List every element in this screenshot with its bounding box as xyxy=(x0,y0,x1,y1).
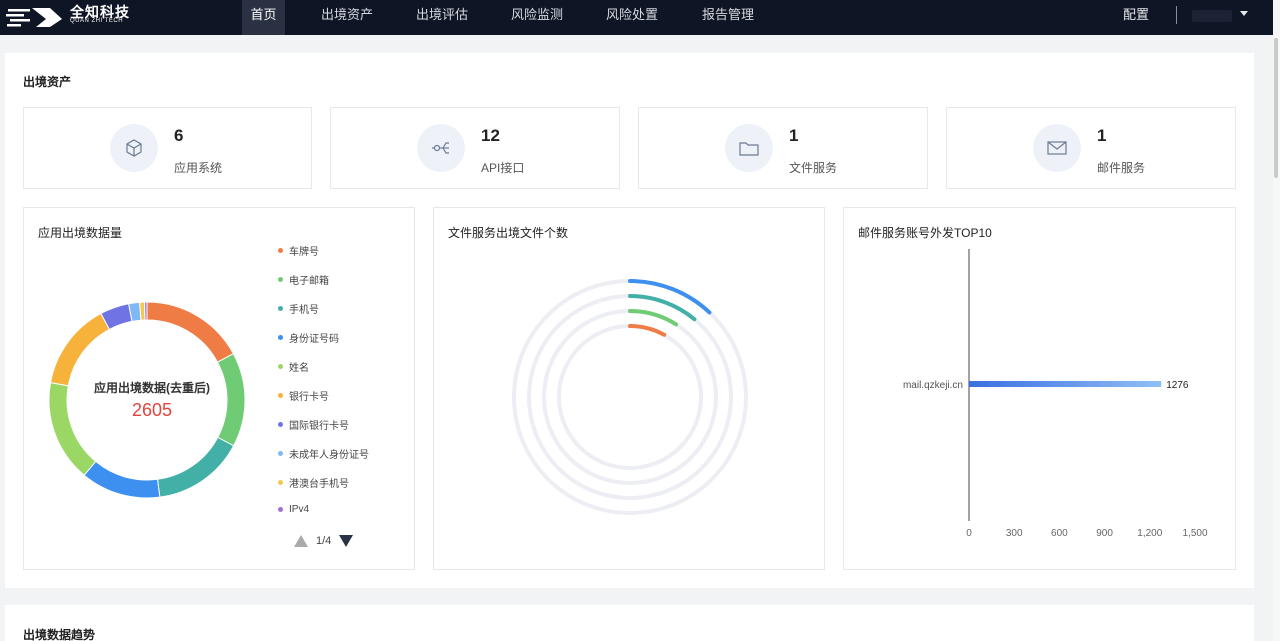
top-navbar: 全知科技 QUAN ZHI TECH 首页 出境资产 出境评估 风险监测 风险处… xyxy=(0,0,1273,35)
folder-icon xyxy=(725,124,773,172)
stat-label: 应用系统 xyxy=(174,161,223,175)
donut-slice-3[interactable] xyxy=(83,460,161,499)
brand-logo[interactable] xyxy=(6,3,66,31)
legend-dot-icon xyxy=(278,335,283,340)
page-down-icon[interactable] xyxy=(339,535,354,547)
mail-icon xyxy=(1033,124,1081,172)
legend-label: 姓名 xyxy=(289,363,309,374)
legend-item[interactable]: 银行卡号 xyxy=(278,388,329,403)
donut-slice-0[interactable] xyxy=(146,301,235,363)
legend-item[interactable]: 身份证号码 xyxy=(278,330,339,345)
legend-label: 国际银行卡号 xyxy=(289,421,349,432)
x-tick-label: 600 xyxy=(1051,528,1068,539)
legend-item[interactable]: 车牌号 xyxy=(278,243,319,258)
nav-home[interactable]: 首页 xyxy=(242,0,285,35)
legend-dot-icon xyxy=(278,451,283,456)
donut-center-value: 2605 xyxy=(131,400,173,420)
mail-service-card: 邮件服务账号外发TOP10 0 300 600 900 1,200 1,500 mail.q… xyxy=(843,207,1236,570)
cube-icon xyxy=(110,124,158,172)
legend-label: 未成年人身份证号 xyxy=(289,450,369,461)
legend-dot-icon xyxy=(278,422,283,427)
legend-dot-icon xyxy=(278,393,283,398)
donut-slice-4[interactable] xyxy=(48,381,97,476)
legend-pager: 1/4 xyxy=(294,535,354,547)
legend-item[interactable]: 电子邮箱 xyxy=(278,272,329,287)
user-dropdown-caret-icon[interactable] xyxy=(1240,11,1248,16)
donut-center-label: 应用出境数据(去重后) xyxy=(94,381,210,395)
stat-card-api[interactable]: 12 API接口 xyxy=(330,107,620,189)
stat-card-apps[interactable]: 6 应用系统 xyxy=(23,107,312,189)
stat-label: API接口 xyxy=(481,161,525,175)
radial-bar-3[interactable] xyxy=(628,324,667,337)
legend-item[interactable]: 港澳台手机号 xyxy=(278,475,349,490)
x-tick-label: 0 xyxy=(966,528,972,539)
legend-dot-icon xyxy=(278,480,283,485)
file-service-card: 文件服务出境文件个数 xyxy=(433,207,825,570)
page-up-icon[interactable] xyxy=(294,535,308,547)
legend-dot-icon xyxy=(278,507,283,512)
legend-dot-icon xyxy=(278,306,283,311)
legend-label: IPv4 xyxy=(289,504,310,515)
nav-divider xyxy=(1176,6,1177,24)
x-tick-label: 1,500 xyxy=(1182,528,1207,539)
radial-bar-2[interactable] xyxy=(628,309,679,327)
nav-risk-handling[interactable]: 风险处置 xyxy=(597,0,667,35)
legend-label: 电子邮箱 xyxy=(289,276,329,287)
y-category-label: mail.qzkeji.cn xyxy=(903,380,963,391)
chart-title: 应用出境数据量 xyxy=(38,226,123,240)
stat-card-mail-service[interactable]: 1 邮件服务 xyxy=(946,107,1236,189)
page-scrollbar-thumb[interactable] xyxy=(1274,38,1278,178)
stat-label: 文件服务 xyxy=(789,161,838,175)
trend-panel xyxy=(5,605,1254,641)
legend-item[interactable]: IPv4 xyxy=(278,504,309,515)
app-outbound-data-card: 应用出境数据量 应用出境数据(去重后) 2605 车牌号电子邮箱手机号身份证号码… xyxy=(23,207,415,570)
legend-label: 港澳台手机号 xyxy=(289,479,349,490)
bar-mail-count[interactable] xyxy=(969,381,1162,387)
nav-outbound-assets[interactable]: 出境资产 xyxy=(312,0,382,35)
legend-item[interactable]: 未成年人身份证号 xyxy=(278,446,369,461)
stat-card-file-service[interactable]: 1 文件服务 xyxy=(638,107,928,189)
x-tick-label: 300 xyxy=(1006,528,1023,539)
donut-slice-5[interactable] xyxy=(49,312,111,387)
legend-dot-icon xyxy=(278,364,283,369)
legend-label: 银行卡号 xyxy=(289,392,329,403)
radial-track-3 xyxy=(557,324,703,470)
legend-item[interactable]: 国际银行卡号 xyxy=(278,417,349,432)
legend-label: 身份证号码 xyxy=(289,334,339,345)
nav-risk-monitoring[interactable]: 风险监测 xyxy=(502,0,572,35)
x-tick-label: 900 xyxy=(1096,528,1113,539)
config-link[interactable]: 配置 xyxy=(1123,0,1149,30)
stat-value: 1 xyxy=(789,126,799,145)
legend-dot-icon xyxy=(278,277,283,282)
file-count-radial-chart[interactable] xyxy=(500,267,760,527)
donut-slice-2[interactable] xyxy=(156,436,235,498)
legend-label: 手机号 xyxy=(289,305,319,316)
x-tick-label: 1,200 xyxy=(1137,528,1162,539)
bar-value-label: 1276 xyxy=(1166,380,1189,391)
legend-label: 车牌号 xyxy=(289,247,319,258)
chart-title: 文件服务出境文件个数 xyxy=(448,226,569,240)
stat-value: 12 xyxy=(481,126,500,145)
legend-item[interactable]: 姓名 xyxy=(278,359,309,374)
logo-mark-icon xyxy=(6,8,62,27)
nav-outbound-assessment[interactable]: 出境评估 xyxy=(407,0,477,35)
api-icon xyxy=(417,124,465,172)
radial-track-0 xyxy=(512,279,748,515)
donut-slice-9[interactable] xyxy=(144,301,148,321)
stat-value: 1 xyxy=(1097,126,1107,145)
mail-top10-bar-chart[interactable]: 0 300 600 900 1,200 1,500 mail.qzkeji.cn 1276 xyxy=(844,208,1237,571)
user-name-redacted[interactable] xyxy=(1192,10,1232,22)
trend-section-title: 出境数据趋势 xyxy=(23,628,96,641)
radial-track-2 xyxy=(542,309,718,485)
nav-report-management[interactable]: 报告管理 xyxy=(693,0,763,35)
assets-section-title: 出境资产 xyxy=(23,75,72,89)
legend-dot-icon xyxy=(278,248,283,253)
stat-value: 6 xyxy=(174,126,184,145)
legend-page-indicator: 1/4 xyxy=(316,535,332,547)
brand-subtitle: QUAN ZHI TECH xyxy=(70,18,124,24)
legend-item[interactable]: 手机号 xyxy=(278,301,319,316)
stat-label: 邮件服务 xyxy=(1097,161,1146,175)
